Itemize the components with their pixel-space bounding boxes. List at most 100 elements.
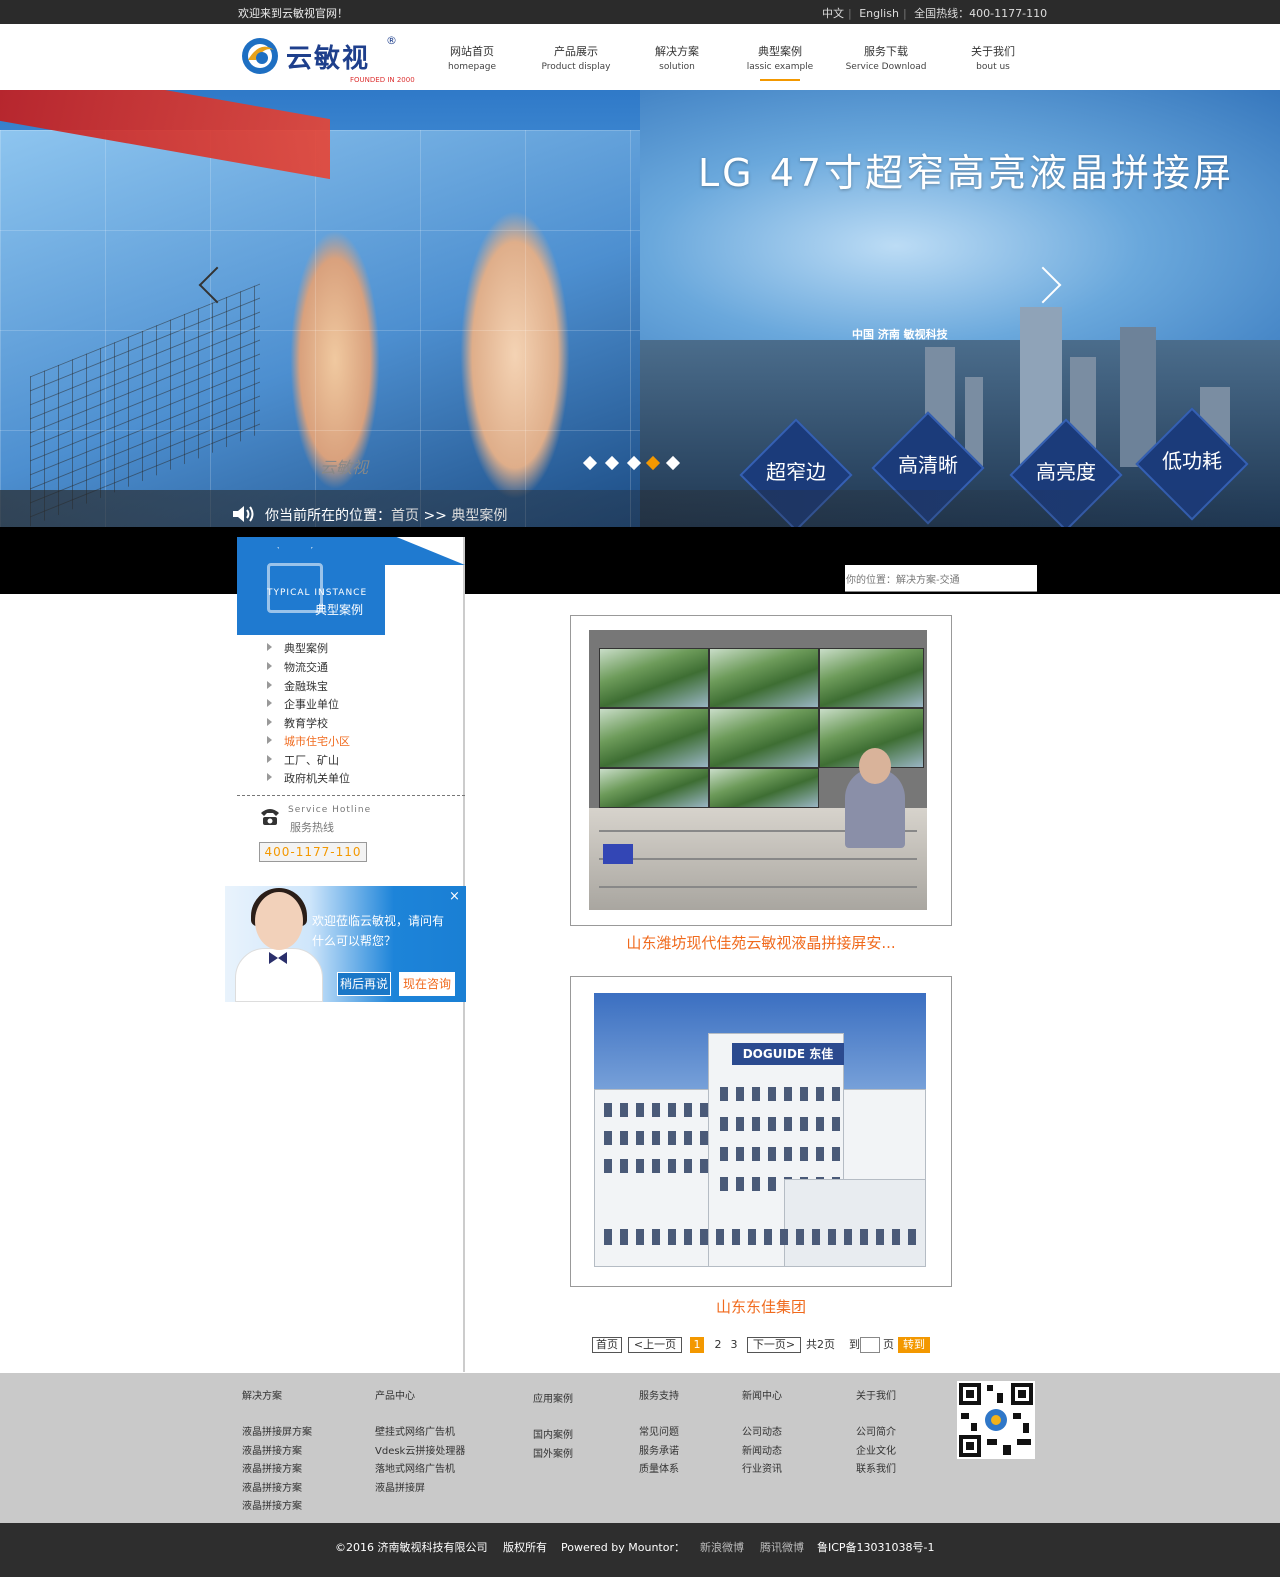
breadcrumb: 你当前所在的位置：首页 >> 典型案例 — [265, 505, 507, 525]
footer-link[interactable]: 联系我们 — [856, 1460, 896, 1479]
footer-link[interactable]: 国内案例 — [533, 1426, 573, 1445]
category-label: 工厂、矿山 — [284, 754, 339, 767]
logo-name: 云敏视 — [286, 44, 371, 74]
chat-consult-button[interactable]: 现在咨询 — [399, 972, 455, 996]
footer-col-title: 产品中心 — [375, 1391, 415, 1402]
footer-link[interactable]: 企业文化 — [856, 1442, 896, 1461]
footer-link[interactable]: 国外案例 — [533, 1445, 573, 1464]
footer-link[interactable]: 液晶拼接方案 — [242, 1460, 312, 1479]
category-label: 教育学校 — [284, 717, 328, 730]
case-card[interactable] — [570, 615, 952, 926]
logo-tagline: FOUNDED IN 2000 — [350, 76, 415, 84]
weibo-tencent-link[interactable]: 腾讯微博 — [760, 1539, 804, 1555]
chat-message: 欢迎莅临云敏视，请问有什么可以帮您？ — [312, 914, 445, 948]
speaker-icon — [233, 506, 254, 522]
triangle-icon — [267, 681, 272, 689]
weibo-sina-link[interactable]: 新浪微博 — [700, 1539, 744, 1555]
hero-banner: 云敏视 LG 47寸超窄高亮液晶拼接屏 中国 济南 敏视科技 超窄边 高清晰 高… — [0, 90, 1280, 527]
page-number-current[interactable]: 1 — [690, 1337, 704, 1353]
footer-link[interactable]: Vdesk云拼接处理器 — [375, 1442, 465, 1461]
footer-link[interactable]: 常见问题 — [639, 1423, 679, 1442]
page-number[interactable]: 2 — [712, 1337, 724, 1353]
logo[interactable]: 云敏视 ® FOUNDED IN 2000 — [238, 32, 428, 84]
goto-button[interactable]: 转到 — [898, 1337, 930, 1353]
banner-caption: 中国 济南 敏视科技 — [852, 328, 948, 341]
nav-item-homepage[interactable]: 网站首页 homepage — [422, 43, 522, 72]
footer-col-title: 应用案例 — [533, 1394, 573, 1405]
goto-suffix: 页 — [883, 1338, 894, 1351]
prev-page-button[interactable]: <上一页 — [628, 1337, 682, 1353]
page-number[interactable]: 3 — [728, 1337, 740, 1353]
footer-link[interactable]: 落地式网络广告机 — [375, 1460, 465, 1479]
location-path: 你的位置：解决方案-交通 — [845, 565, 1037, 592]
lang-en-link[interactable]: English — [859, 7, 899, 20]
footer-link[interactable]: 液晶拼接屏方案 — [242, 1423, 312, 1442]
case-title-link[interactable]: 山东潍坊现代佳苑云敏视液晶拼接屏安... — [570, 932, 952, 953]
footer-link[interactable]: 液晶拼接方案 — [242, 1479, 312, 1498]
case-image-building: DOGUIDE 东佳 — [594, 993, 926, 1267]
footer-link[interactable]: 液晶拼接屏 — [375, 1479, 465, 1498]
case-card[interactable]: DOGUIDE 东佳 — [570, 976, 952, 1287]
total-pages: 共2页 — [806, 1338, 835, 1351]
triangle-icon — [267, 736, 272, 744]
page-input[interactable] — [860, 1337, 880, 1353]
category-label: 典型案例 — [284, 642, 328, 655]
divider — [237, 795, 465, 796]
footer-col-cases: 应用案例 国内案例 国外案例 — [533, 1390, 573, 1463]
qr-code-icon — [957, 1381, 1035, 1459]
footer-link[interactable]: 服务承诺 — [639, 1442, 679, 1461]
building-sign: DOGUIDE 东佳 — [732, 1043, 844, 1065]
footer-link[interactable]: 壁挂式网络广告机 — [375, 1423, 465, 1442]
footer-col-about: 关于我们 公司简介 企业文化 联系我们 — [856, 1387, 896, 1479]
nav-active-underline — [760, 79, 800, 81]
nav-item-products[interactable]: 产品展示 Product display — [526, 43, 626, 72]
rights-text: 版权所有 — [503, 1541, 547, 1554]
nav-label-cn: 关于我们 — [971, 45, 1015, 58]
nav-label-cn: 产品展示 — [554, 45, 598, 58]
lang-cn-link[interactable]: 中文 — [822, 7, 844, 20]
nav-label-en: Product display — [541, 62, 611, 72]
footer-link[interactable]: 质量体系 — [639, 1460, 679, 1479]
logo-registered: ® — [386, 34, 397, 47]
divider: | — [902, 7, 907, 20]
nav-label-cn: 网站首页 — [450, 45, 494, 58]
footer-link[interactable]: 液晶拼接方案 — [242, 1442, 312, 1461]
header: 云敏视 ® FOUNDED IN 2000 网站首页 homepage 产品展示… — [0, 24, 1280, 90]
nav-label-en: solution — [659, 62, 695, 72]
triangle-icon — [267, 755, 272, 763]
banner-world-map — [640, 90, 1280, 350]
triangle-icon — [267, 718, 272, 726]
divider: | — [848, 7, 852, 20]
nav-item-about[interactable]: 关于我们 bout us — [943, 43, 1043, 72]
footer-col-products: 产品中心 壁挂式网络广告机 Vdesk云拼接处理器 落地式网络广告机 液晶拼接屏 — [375, 1387, 465, 1497]
case-title-link[interactable]: 山东东佳集团 — [570, 1296, 952, 1317]
footer-col-title: 服务支持 — [639, 1391, 679, 1402]
chat-later-button[interactable]: 稍后再说 — [337, 972, 391, 996]
footer-link[interactable]: 公司简介 — [856, 1423, 896, 1442]
feature-label: 超窄边 — [766, 460, 826, 484]
category-label: 企事业单位 — [284, 698, 339, 711]
nav-item-solution[interactable]: 解决方案 solution — [627, 43, 727, 72]
nav-label-en: bout us — [976, 62, 1010, 72]
footer-link[interactable]: 公司动态 — [742, 1423, 782, 1442]
feature-label: 高亮度 — [1036, 460, 1096, 484]
feature-label: 高清晰 — [898, 453, 958, 477]
footer-link[interactable]: 新闻动态 — [742, 1442, 782, 1461]
icp-text[interactable]: 鲁ICP备13031038号-1 — [817, 1539, 935, 1555]
nav-label-en: lassic example — [746, 62, 814, 72]
footer-link[interactable]: 行业资讯 — [742, 1460, 782, 1479]
footer: 解决方案 液晶拼接屏方案 液晶拼接方案 液晶拼接方案 液晶拼接方案 液晶拼接方案… — [0, 1373, 1280, 1523]
next-page-button[interactable]: 下一页> — [747, 1337, 801, 1353]
first-page-button[interactable]: 首页 — [592, 1337, 622, 1353]
nav-item-download[interactable]: 服务下载 Service Download — [836, 43, 936, 72]
footer-col-news: 新闻中心 公司动态 新闻动态 行业资讯 — [742, 1387, 782, 1479]
hotline-title-en: Service Hotline — [288, 805, 372, 815]
close-icon[interactable]: × — [449, 889, 460, 904]
chat-widget: 欢迎莅临云敏视，请问有什么可以帮您？ × 稍后再说 现在咨询 — [225, 886, 466, 1002]
sidebar-header: TYPICAL INSTANCE 典型案例 — [237, 537, 465, 635]
breadcrumb-home-link[interactable]: 首页 — [391, 508, 419, 524]
breadcrumb-bar — [0, 490, 1280, 527]
nav-item-cases[interactable]: 典型案例 lassic example — [730, 43, 830, 81]
footer-link[interactable]: 液晶拼接方案 — [242, 1497, 312, 1516]
hotline-title-cn: 服务热线 — [290, 821, 334, 834]
